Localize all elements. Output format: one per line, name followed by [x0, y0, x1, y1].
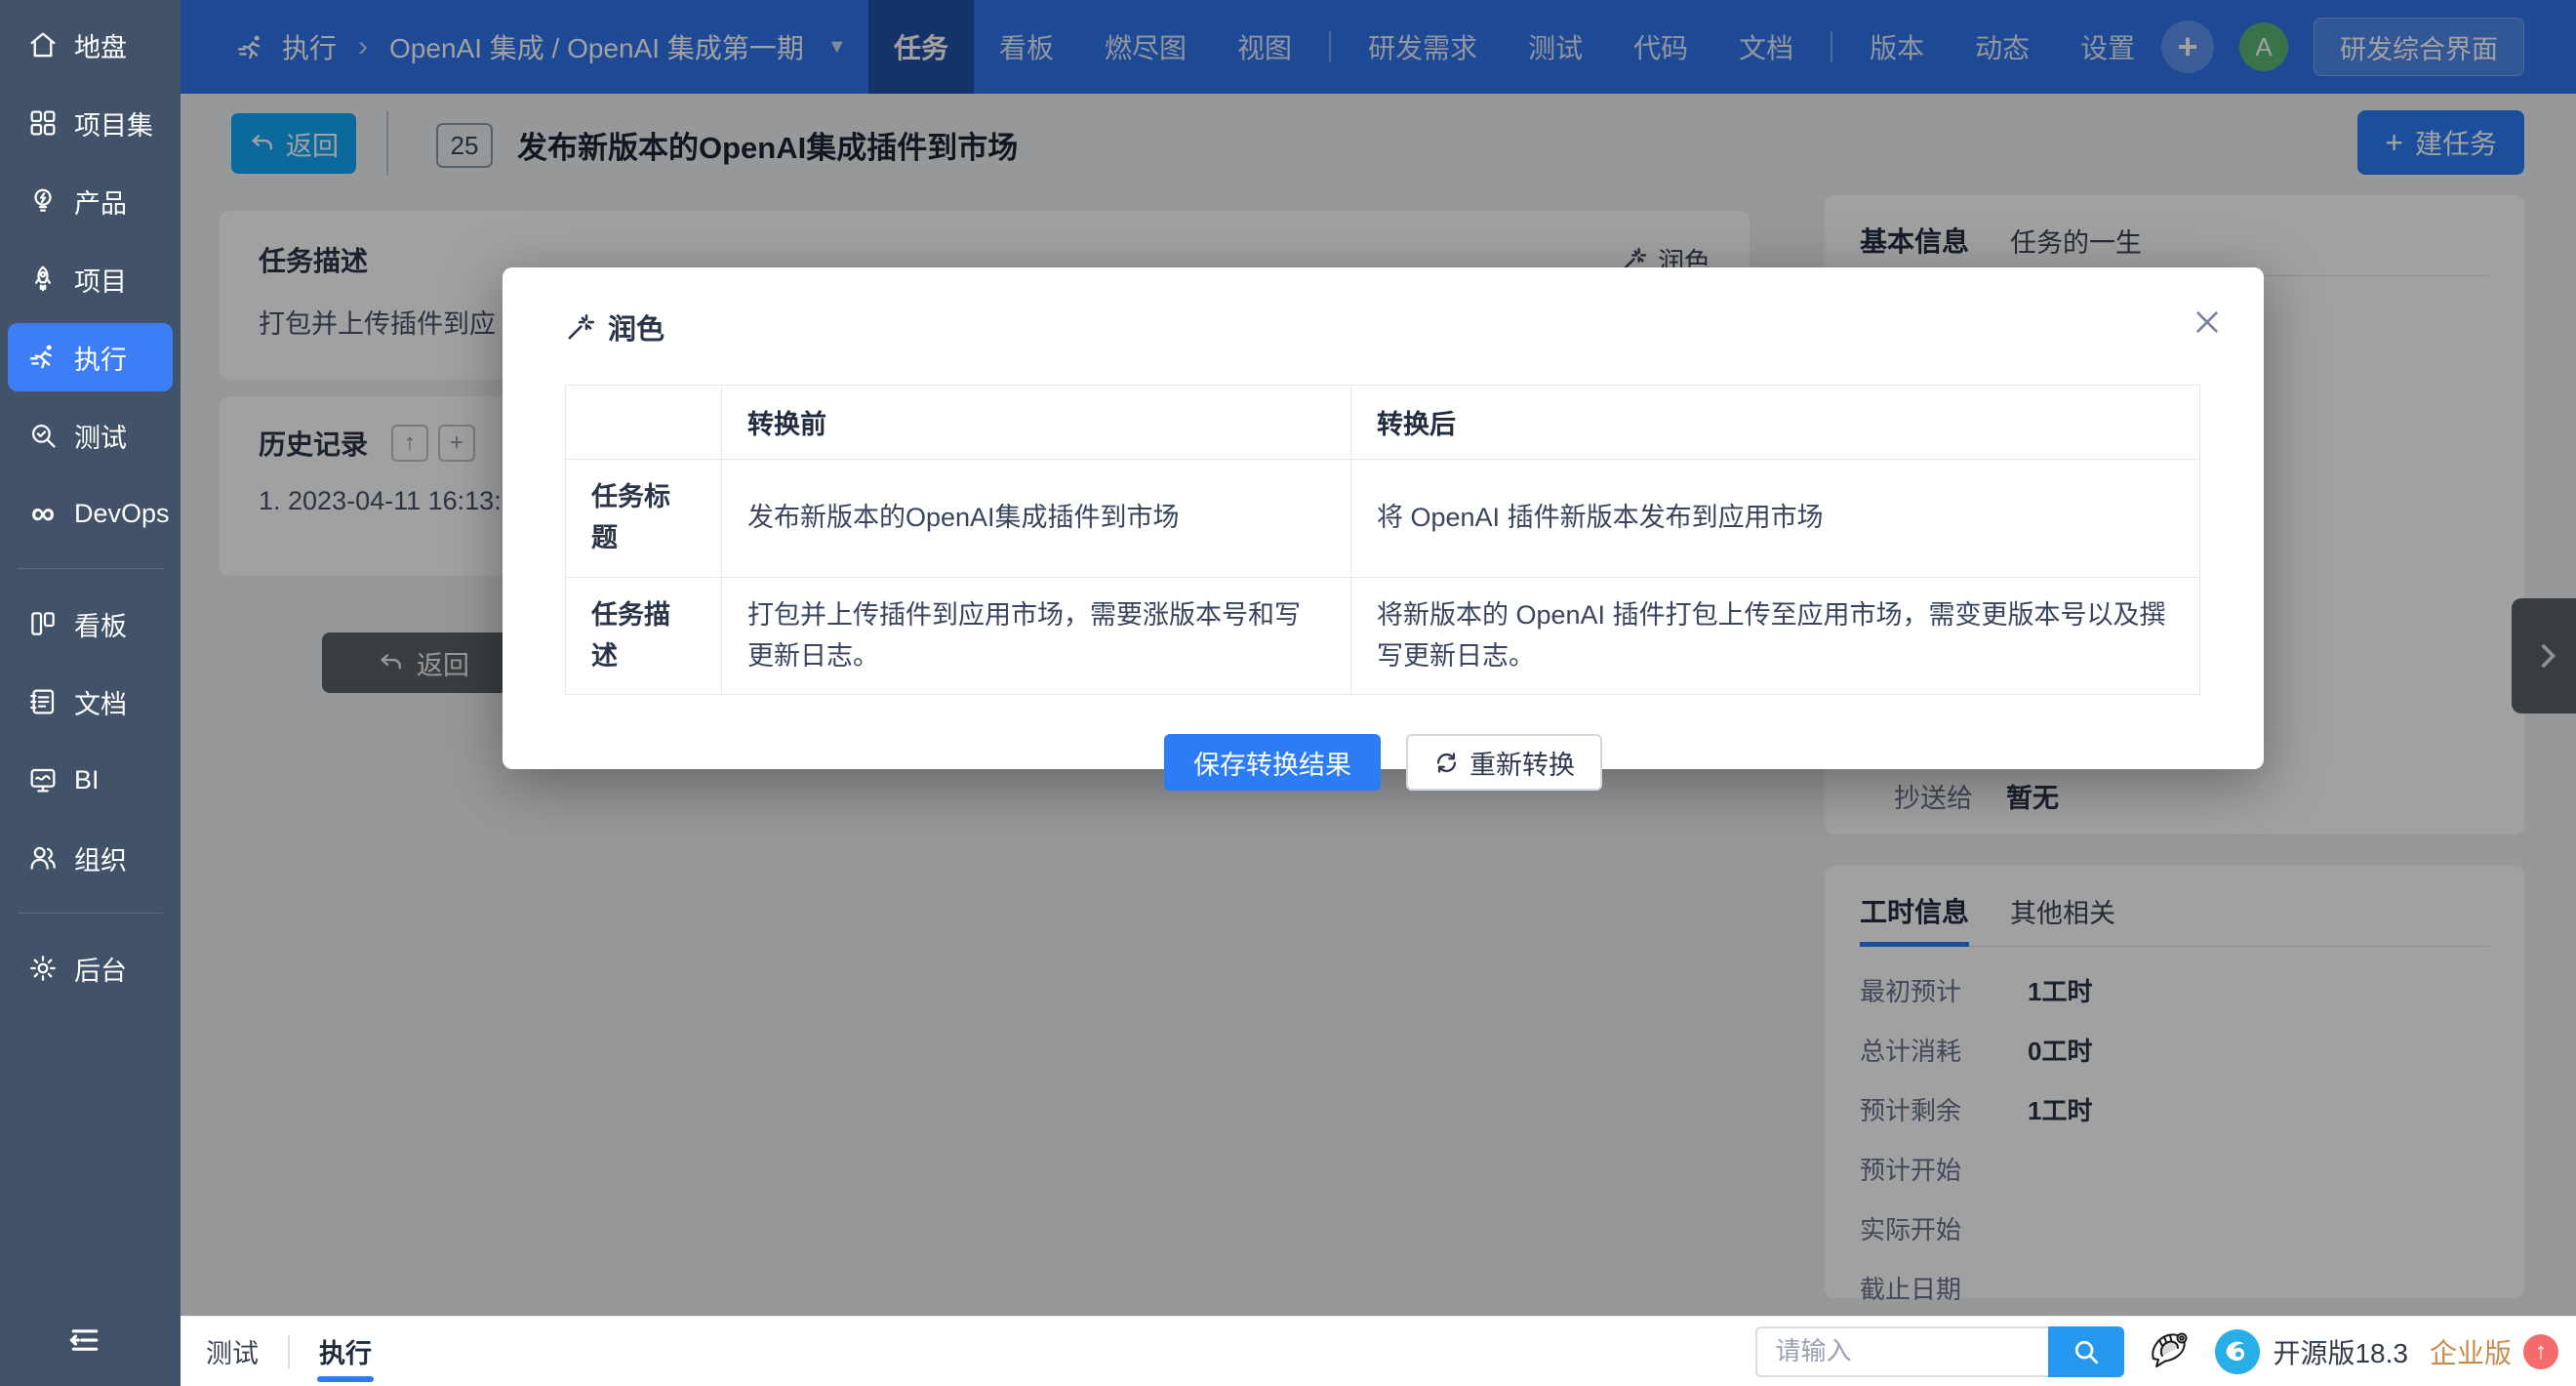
sidebar-item-label: 组织: [74, 839, 127, 877]
monitor-icon: [27, 764, 59, 795]
column-header-after: 转换后: [1351, 386, 2200, 460]
program-grid-icon: [27, 107, 59, 139]
sidebar-item-bi[interactable]: BI: [0, 741, 181, 819]
sidebar-divider: [18, 913, 163, 914]
kanban-icon: [27, 608, 59, 639]
zentao-logo-icon: [2214, 1328, 2261, 1375]
search-button[interactable]: [2048, 1326, 2124, 1377]
version-brand[interactable]: 开源版18.3: [2214, 1328, 2408, 1375]
sidebar-item-devops[interactable]: ∞ DevOps: [0, 474, 181, 552]
collapse-menu-icon: [65, 1321, 104, 1360]
taskbar-divider: [288, 1335, 290, 1368]
table-row: 任务标题 发布新版本的OpenAI集成插件到市场 将 OpenAI 插件新版本发…: [566, 460, 2200, 578]
after-cell: 将 OpenAI 插件新版本发布到应用市场: [1351, 460, 2200, 578]
sidebar-item-label: 地盘: [74, 26, 127, 64]
version-label: 开源版18.3: [2273, 1332, 2408, 1371]
before-cell: 发布新版本的OpenAI集成插件到市场: [722, 460, 1351, 578]
sidebar-item-org[interactable]: 组织: [0, 819, 181, 897]
conch-mascot-icon[interactable]: [2146, 1325, 2193, 1377]
column-header-empty: [566, 386, 722, 460]
infinity-icon: ∞: [27, 498, 59, 529]
sidebar-item-qa[interactable]: 测试: [0, 396, 181, 474]
modal-title: 润色: [608, 306, 664, 347]
magnifier-icon: [27, 420, 59, 451]
search-icon: [2072, 1337, 2101, 1366]
save-conversion-button[interactable]: 保存转换结果: [1164, 734, 1381, 791]
sidebar-item-admin[interactable]: 后台: [0, 929, 181, 1007]
sidebar-item-label: 后台: [74, 950, 127, 988]
sidebar-item-program[interactable]: 项目集: [0, 84, 181, 162]
retry-conversion-button[interactable]: 重新转换: [1406, 734, 1602, 791]
sidebar-item-label: DevOps: [74, 499, 170, 529]
taskbar-tab-execution[interactable]: 执行: [294, 1317, 397, 1386]
row-label: 任务标题: [566, 460, 722, 578]
sidebar-item-label: 项目集: [74, 104, 153, 143]
polish-modal: 润色 转换前 转换后 任务标题 发布新版本的OpenAI集成插件到市场 将 Op…: [503, 267, 2264, 769]
sidebar-item-dashboard[interactable]: 地盘: [0, 6, 181, 84]
sidebar-item-doc[interactable]: 文档: [0, 663, 181, 741]
magic-wand-icon: [565, 311, 596, 343]
home-icon: [27, 29, 59, 61]
sidebar-item-label: 看板: [74, 605, 127, 643]
close-icon: [2192, 306, 2223, 338]
sidebar-item-label: 测试: [74, 417, 127, 455]
sidebar-collapse-button[interactable]: [59, 1314, 111, 1366]
conversion-table: 转换前 转换后 任务标题 发布新版本的OpenAI集成插件到市场 将 OpenA…: [565, 385, 2200, 695]
search-input[interactable]: [1755, 1326, 2048, 1377]
refresh-icon: [1433, 750, 1460, 776]
row-label: 任务描述: [566, 577, 722, 695]
people-icon: [27, 842, 59, 874]
rocket-icon: [27, 264, 59, 295]
zentao-app: 地盘 项目集 产品 项目 执行 测试 ∞ DevOps 看板: [0, 0, 2576, 1386]
upgrade-arrow-icon: ↑: [2523, 1334, 2558, 1369]
runner-icon: [27, 342, 59, 373]
sidebar-item-kanban[interactable]: 看板: [0, 585, 181, 663]
gear-icon: [27, 953, 59, 984]
sidebar-divider: [18, 568, 163, 569]
sidebar-item-project[interactable]: 项目: [0, 240, 181, 318]
sidebar-item-label: 文档: [74, 683, 127, 721]
table-row: 任务描述 打包并上传插件到应用市场，需要涨版本号和写更新日志。 将新版本的 Op…: [566, 577, 2200, 695]
column-header-before: 转换前: [722, 386, 1351, 460]
bulb-icon: [27, 185, 59, 217]
sidebar-item-product[interactable]: 产品: [0, 162, 181, 240]
sidebar-item-label: BI: [74, 765, 100, 795]
after-cell: 将新版本的 OpenAI 插件打包上传至应用市场，需变更版本号以及撰写更新日志。: [1351, 577, 2200, 695]
sidebar-item-label: 执行: [74, 339, 127, 377]
before-cell: 打包并上传插件到应用市场，需要涨版本号和写更新日志。: [722, 577, 1351, 695]
sidebar-item-execution[interactable]: 执行: [8, 323, 173, 391]
modal-close-button[interactable]: [2188, 303, 2227, 342]
bottom-taskbar: 测试 执行: [181, 1316, 2576, 1386]
sidebar-item-label: 产品: [74, 183, 127, 221]
sidebar-item-label: 项目: [74, 261, 127, 299]
document-icon: [27, 686, 59, 717]
taskbar-search: [1755, 1326, 2124, 1377]
enterprise-upgrade[interactable]: 企业版 ↑: [2430, 1332, 2558, 1371]
sidebar: 地盘 项目集 产品 项目 执行 测试 ∞ DevOps 看板: [0, 0, 181, 1386]
taskbar-tab-test[interactable]: 测试: [181, 1317, 284, 1386]
